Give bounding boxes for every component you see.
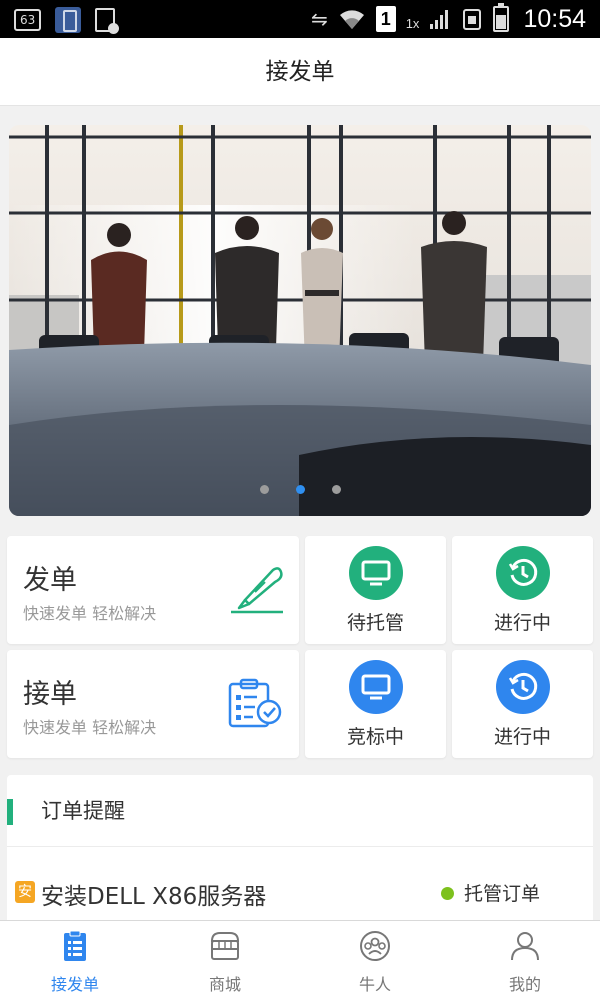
send-in-progress-button[interactable]: 进行中 bbox=[452, 536, 593, 644]
receive-in-progress-button[interactable]: 进行中 bbox=[452, 650, 593, 758]
order-name: 安装DELL X86服务器 bbox=[41, 884, 267, 910]
vibrate-mute-icon: ⇋ bbox=[310, 7, 328, 31]
send-order-card[interactable]: 发单 快速发单 轻松解决 bbox=[7, 536, 299, 644]
status-dot-icon bbox=[441, 887, 454, 900]
sim-slot-indicator: 1 bbox=[375, 6, 396, 32]
carousel-dot[interactable] bbox=[259, 485, 269, 494]
receive-order-subtitle: 快速发单 轻松解决 bbox=[23, 718, 157, 737]
receive-order-card[interactable]: 接单 快速发单 轻松解决 bbox=[7, 650, 299, 758]
phone-app-icon bbox=[55, 7, 82, 33]
carousel-dot[interactable] bbox=[331, 485, 341, 494]
send-order-title: 发单 bbox=[23, 565, 77, 596]
tab-store[interactable]: 商城 bbox=[150, 921, 300, 1000]
tab-mine[interactable]: 我的 bbox=[450, 921, 600, 1000]
clock-history-icon bbox=[495, 660, 550, 714]
monitor-icon bbox=[348, 546, 403, 600]
in-progress-label: 进行中 bbox=[493, 612, 551, 634]
store-icon bbox=[210, 932, 240, 960]
pen-icon bbox=[231, 567, 283, 614]
user-icon bbox=[511, 932, 539, 961]
section-accent-bar bbox=[7, 799, 13, 825]
people-circle-icon bbox=[360, 931, 390, 961]
bidding-button[interactable]: 竞标中 bbox=[305, 650, 446, 758]
sim-clock-icon bbox=[95, 8, 120, 34]
carousel-dots bbox=[9, 485, 591, 494]
notification-badge-icon: 63 bbox=[14, 9, 42, 31]
tab-experts[interactable]: 牛人 bbox=[300, 921, 450, 1000]
clock-time: 10:54 bbox=[523, 4, 586, 33]
order-reminder-section: 订单提醒 安 安装DELL X86服务器 托管订单 bbox=[7, 775, 593, 925]
in-progress-label: 进行中 bbox=[493, 726, 551, 748]
pending-custody-label: 待托管 bbox=[346, 612, 404, 634]
status-bar: 63 ⇋ 1 1x 10:54 bbox=[0, 0, 600, 38]
monitor-icon bbox=[348, 660, 403, 714]
battery-icon bbox=[493, 3, 510, 32]
signal-icon bbox=[430, 10, 449, 29]
receive-order-title: 接单 bbox=[23, 679, 77, 710]
order-status: 托管订单 bbox=[464, 883, 541, 905]
tab-orders[interactable]: 接发单 bbox=[0, 921, 150, 1000]
send-order-subtitle: 快速发单 轻松解决 bbox=[23, 604, 157, 623]
sim-card-icon bbox=[463, 9, 482, 30]
carousel-dot-active[interactable] bbox=[295, 485, 305, 494]
order-reminder-title: 订单提醒 bbox=[41, 799, 125, 823]
list-item[interactable]: 安 安装DELL X86服务器 托管订单 bbox=[7, 847, 593, 925]
clock-history-icon bbox=[495, 546, 550, 600]
page-title: 接发单 bbox=[0, 38, 600, 106]
list-icon bbox=[64, 930, 86, 961]
pending-custody-button[interactable]: 待托管 bbox=[305, 536, 446, 644]
tab-label: 我的 bbox=[508, 975, 541, 994]
banner-image bbox=[9, 125, 591, 516]
wifi-icon bbox=[339, 10, 364, 29]
clipboard-checklist-icon bbox=[228, 678, 282, 728]
tab-label: 接发单 bbox=[50, 975, 99, 994]
tab-label: 商城 bbox=[208, 975, 241, 994]
banner-carousel[interactable] bbox=[9, 125, 591, 516]
order-reminder-header: 订单提醒 bbox=[7, 775, 593, 847]
install-tag-badge: 安 bbox=[15, 881, 35, 903]
bottom-tab-bar: 接发单 商城 牛人 我的 bbox=[0, 920, 600, 1000]
bidding-label: 竞标中 bbox=[346, 726, 404, 748]
tab-label: 牛人 bbox=[358, 975, 391, 994]
network-type: 1x bbox=[405, 15, 420, 31]
